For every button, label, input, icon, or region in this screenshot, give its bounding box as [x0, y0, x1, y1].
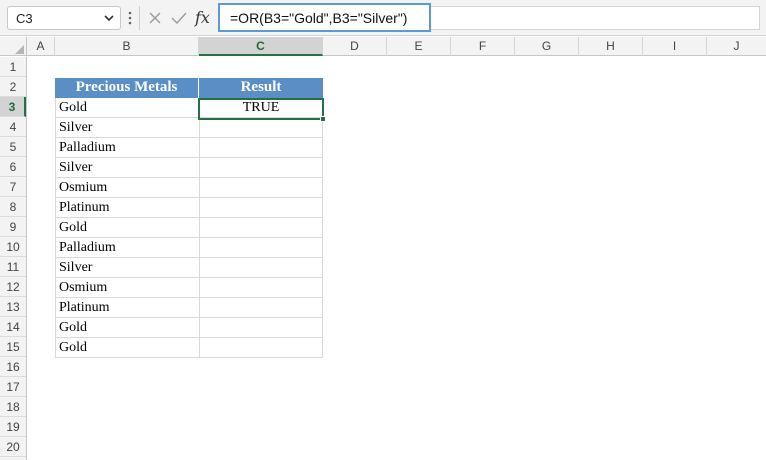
- row-header-selected[interactable]: 3: [0, 97, 26, 117]
- table-cell-result[interactable]: [199, 318, 323, 338]
- table-cell-result[interactable]: [199, 338, 323, 358]
- formula-bar: C3 fx =OR(B3="Gold",B3="Silver"): [0, 0, 766, 36]
- column-header-f[interactable]: F: [451, 37, 515, 56]
- column-headers: A B C D E F G H I J: [0, 37, 766, 56]
- row-header[interactable]: 9: [0, 217, 26, 237]
- formula-bar-divider: [139, 6, 140, 30]
- row-header[interactable]: 2: [0, 77, 26, 97]
- insert-function-icon[interactable]: fx: [195, 9, 213, 27]
- row-header[interactable]: 10: [0, 237, 26, 257]
- table-header-result[interactable]: Result: [199, 78, 323, 98]
- formula-input[interactable]: =OR(B3="Gold",B3="Silver"): [218, 3, 431, 32]
- column-header-h[interactable]: H: [579, 37, 643, 56]
- table-cell-metal[interactable]: Gold: [55, 98, 199, 118]
- table-cell-metal[interactable]: Platinum: [55, 198, 199, 218]
- table-cell-metal[interactable]: Silver: [55, 158, 199, 178]
- chevron-down-icon[interactable]: [102, 10, 116, 26]
- row-header[interactable]: 19: [0, 417, 26, 437]
- table-cell-result[interactable]: [199, 298, 323, 318]
- table-cell-metal[interactable]: Silver: [55, 118, 199, 138]
- table-cell-result[interactable]: [199, 198, 323, 218]
- row-header[interactable]: 7: [0, 177, 26, 197]
- row-header[interactable]: 12: [0, 277, 26, 297]
- table-cell-metal[interactable]: Gold: [55, 318, 199, 338]
- table-cell-result[interactable]: [199, 138, 323, 158]
- column-header-j[interactable]: J: [707, 37, 766, 56]
- name-box-value: C3: [16, 11, 33, 26]
- table-header-metals[interactable]: Precious Metals: [55, 78, 199, 98]
- table-cell-metal[interactable]: Palladium: [55, 138, 199, 158]
- table-cell-result[interactable]: [199, 278, 323, 298]
- select-all-button[interactable]: [0, 37, 27, 56]
- checkmark-icon[interactable]: [170, 9, 188, 27]
- row-header[interactable]: 15: [0, 337, 26, 357]
- table-cell-metal[interactable]: Osmium: [55, 278, 199, 298]
- column-header-c[interactable]: C: [199, 37, 323, 56]
- table-cell-metal[interactable]: Platinum: [55, 298, 199, 318]
- row-header[interactable]: 18: [0, 397, 26, 417]
- cancel-icon[interactable]: [147, 9, 163, 27]
- column-header-a[interactable]: A: [27, 37, 55, 56]
- table-cell-result[interactable]: [199, 238, 323, 258]
- row-header[interactable]: 6: [0, 157, 26, 177]
- row-header[interactable]: 1: [0, 57, 26, 77]
- formula-text: =OR(B3="Gold",B3="Silver"): [230, 10, 408, 26]
- row-header[interactable]: 14: [0, 317, 26, 337]
- column-header-e[interactable]: E: [387, 37, 451, 56]
- row-header[interactable]: 17: [0, 377, 26, 397]
- column-header-i[interactable]: I: [643, 37, 707, 56]
- row-header[interactable]: 13: [0, 297, 26, 317]
- row-headers: 1 2 3 4 5 6 7 8 9 10 11 12 13 14 15 16 1…: [0, 57, 27, 460]
- column-header-b[interactable]: B: [55, 37, 199, 56]
- table-cell-metal[interactable]: Gold: [55, 338, 199, 358]
- table-cell-result[interactable]: [199, 258, 323, 278]
- row-header[interactable]: 4: [0, 117, 26, 137]
- worksheet-grid[interactable]: Precious Metals Result Gold Silver Palla…: [28, 57, 766, 460]
- table-cell-metal[interactable]: Silver: [55, 258, 199, 278]
- row-header[interactable]: 11: [0, 257, 26, 277]
- column-header-g[interactable]: G: [515, 37, 579, 56]
- row-header[interactable]: 16: [0, 357, 26, 377]
- table-cell-result[interactable]: [199, 158, 323, 178]
- table-cell-result[interactable]: [199, 118, 323, 138]
- table-cell-result[interactable]: TRUE: [199, 98, 323, 118]
- name-box[interactable]: C3: [7, 6, 121, 30]
- row-header[interactable]: 8: [0, 197, 26, 217]
- formula-input-extension[interactable]: [431, 6, 760, 30]
- table-cell-result[interactable]: [199, 218, 323, 238]
- more-options-icon[interactable]: [127, 9, 133, 27]
- table-cell-result[interactable]: [199, 178, 323, 198]
- column-header-d[interactable]: D: [323, 37, 387, 56]
- row-header[interactable]: 20: [0, 437, 26, 457]
- table-cell-metal[interactable]: Palladium: [55, 238, 199, 258]
- table-cell-metal[interactable]: Gold: [55, 218, 199, 238]
- table-cell-metal[interactable]: Osmium: [55, 178, 199, 198]
- row-header[interactable]: 5: [0, 137, 26, 157]
